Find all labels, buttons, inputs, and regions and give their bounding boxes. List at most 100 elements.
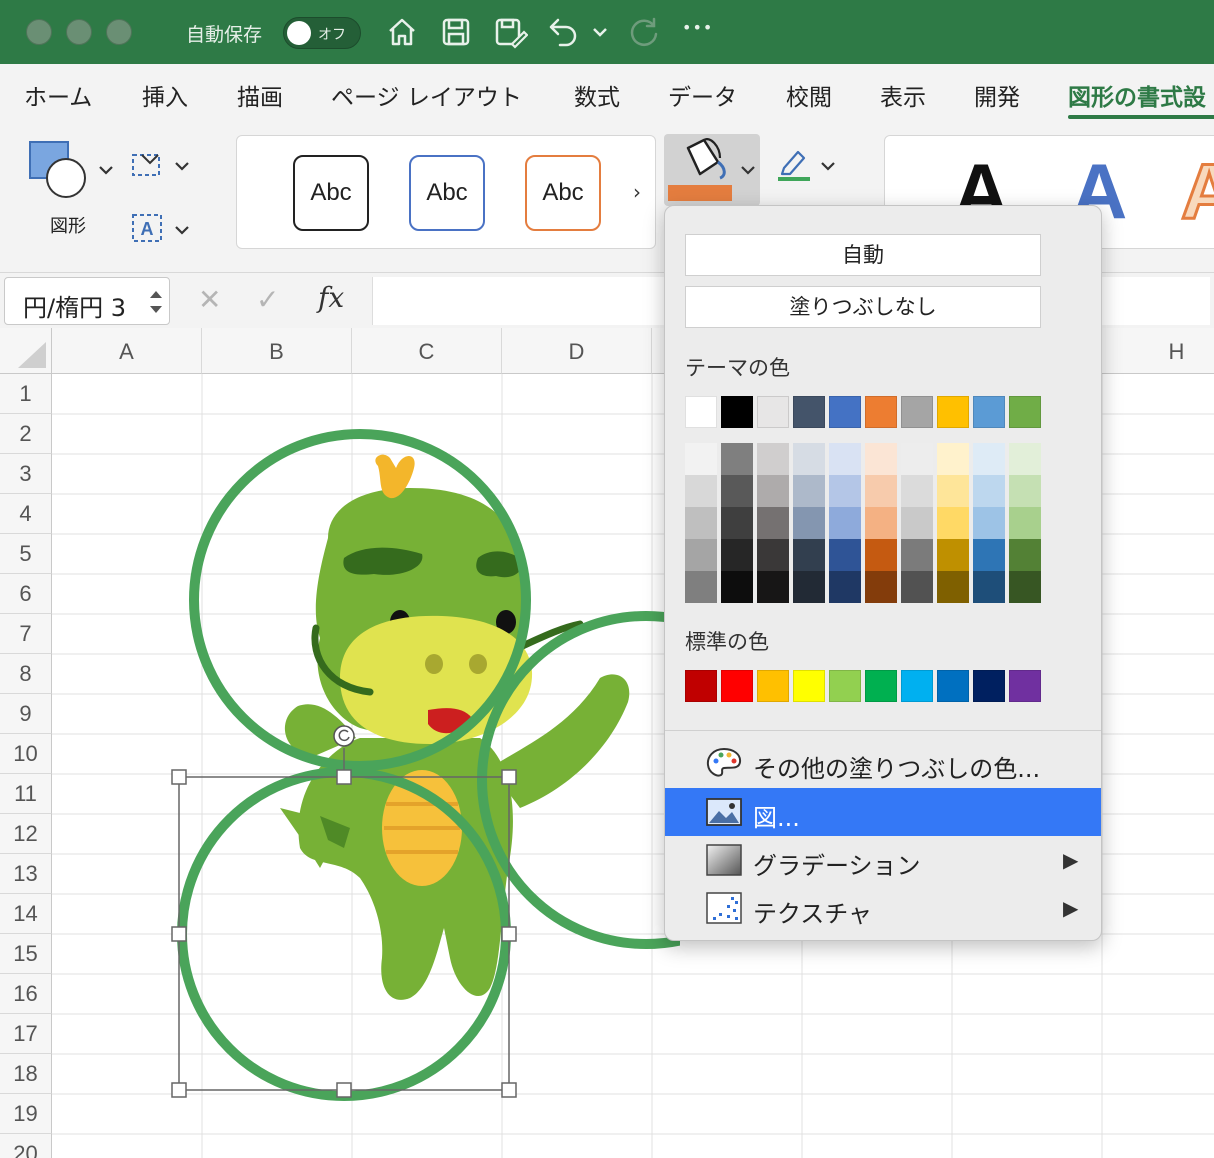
theme-shade-swatch[interactable] [793,539,825,571]
row-header[interactable]: 9 [0,694,52,734]
standard-color-swatch[interactable] [865,670,897,702]
row-header[interactable]: 10 [0,734,52,774]
column-header-c[interactable]: C [352,328,502,374]
theme-shade-swatch[interactable] [901,507,933,539]
theme-shade-swatch[interactable] [793,507,825,539]
theme-shade-swatch[interactable] [973,475,1005,507]
theme-shade-swatch[interactable] [793,443,825,475]
tab-page-layout[interactable]: ページ レイアウト [331,78,522,112]
theme-shade-swatch[interactable] [937,571,969,603]
row-header[interactable]: 7 [0,614,52,654]
theme-shade-swatch[interactable] [973,539,1005,571]
theme-shade-swatch[interactable] [721,443,753,475]
theme-shade-swatch[interactable] [937,443,969,475]
confirm-button[interactable]: ✓ [256,283,279,316]
theme-shade-swatch[interactable] [829,539,861,571]
row-header[interactable]: 13 [0,854,52,894]
save-icon[interactable] [438,14,474,50]
theme-shade-swatch[interactable] [865,507,897,539]
row-header[interactable]: 16 [0,974,52,1014]
row-header[interactable]: 6 [0,574,52,614]
theme-shade-swatch[interactable] [757,571,789,603]
theme-color-swatch[interactable] [757,396,789,428]
standard-color-swatch[interactable] [685,670,717,702]
row-header[interactable]: 19 [0,1094,52,1134]
theme-shade-swatch[interactable] [937,539,969,571]
row-header[interactable]: 2 [0,414,52,454]
standard-color-swatch[interactable] [973,670,1005,702]
theme-shade-swatch[interactable] [793,475,825,507]
column-header-a[interactable]: A [52,328,202,374]
column-header-h[interactable]: H [1102,328,1214,374]
tab-view[interactable]: 表示 [880,78,926,112]
theme-shade-swatch[interactable] [901,443,933,475]
theme-color-swatch[interactable] [937,396,969,428]
chevron-down-icon[interactable] [172,220,192,240]
redo-icon[interactable] [626,14,662,50]
theme-color-swatch[interactable] [973,396,1005,428]
chevron-down-icon[interactable] [818,156,838,176]
theme-shade-swatch[interactable] [1009,571,1041,603]
theme-shade-swatch[interactable] [1009,507,1041,539]
theme-shade-swatch[interactable] [721,475,753,507]
standard-color-swatch[interactable] [1009,670,1041,702]
row-header[interactable]: 4 [0,494,52,534]
insert-function-button[interactable]: fx [318,281,344,314]
theme-shade-swatch[interactable] [757,475,789,507]
automatic-button[interactable]: 自動 [685,234,1041,276]
theme-color-swatch[interactable] [793,396,825,428]
tab-data[interactable]: データ [668,78,737,112]
dragon-illustration[interactable] [280,454,630,1000]
tab-formulas[interactable]: 数式 [574,78,620,112]
standard-color-swatch[interactable] [721,670,753,702]
theme-shade-swatch[interactable] [1009,475,1041,507]
chevron-down-icon[interactable] [172,156,192,176]
theme-shade-swatch[interactable] [901,571,933,603]
theme-shade-swatch[interactable] [937,507,969,539]
theme-shade-swatch[interactable] [865,571,897,603]
theme-shade-swatch[interactable] [973,507,1005,539]
cancel-button[interactable]: ✕ [198,283,221,316]
row-header[interactable]: 8 [0,654,52,694]
tab-shape-format[interactable]: 図形の書式設 [1068,78,1206,112]
theme-shade-swatch[interactable] [685,539,717,571]
autosave-toggle[interactable]: オフ [283,17,361,49]
theme-shade-swatch[interactable] [685,571,717,603]
no-fill-button[interactable]: 塗りつぶしなし [685,286,1041,328]
standard-color-swatch[interactable] [829,670,861,702]
chevron-down-icon[interactable] [588,14,612,50]
more-icon[interactable]: ••• [682,18,718,54]
theme-shade-swatch[interactable] [757,507,789,539]
standard-color-swatch[interactable] [901,670,933,702]
theme-shade-swatch[interactable] [1009,443,1041,475]
row-header[interactable]: 11 [0,774,52,814]
standard-color-swatch[interactable] [937,670,969,702]
home-icon[interactable] [384,14,420,50]
wordart-style-option[interactable]: A [1179,146,1214,237]
theme-color-swatch[interactable] [865,396,897,428]
tab-draw[interactable]: 描画 [237,78,283,112]
row-header[interactable]: 14 [0,894,52,934]
shapes-icon[interactable] [28,140,90,200]
picture-fill-item[interactable]: 図... [665,788,1101,836]
column-header-d[interactable]: D [502,328,652,374]
chevron-down-icon[interactable] [738,160,758,180]
row-header[interactable]: 5 [0,534,52,574]
minimize-window-button[interactable] [66,19,92,45]
row-header[interactable]: 12 [0,814,52,854]
theme-shade-swatch[interactable] [973,443,1005,475]
theme-shade-swatch[interactable] [1009,539,1041,571]
row-header[interactable]: 15 [0,934,52,974]
theme-color-swatch[interactable] [685,396,717,428]
theme-color-swatch[interactable] [721,396,753,428]
row-header[interactable]: 3 [0,454,52,494]
theme-shade-swatch[interactable] [829,475,861,507]
tab-insert[interactable]: 挿入 [142,78,188,112]
theme-shade-swatch[interactable] [685,475,717,507]
theme-shade-swatch[interactable] [865,539,897,571]
theme-shade-swatch[interactable] [865,475,897,507]
shape-style-option[interactable]: Abc [293,155,369,231]
theme-shade-swatch[interactable] [685,443,717,475]
standard-color-swatch[interactable] [757,670,789,702]
theme-shade-swatch[interactable] [721,539,753,571]
